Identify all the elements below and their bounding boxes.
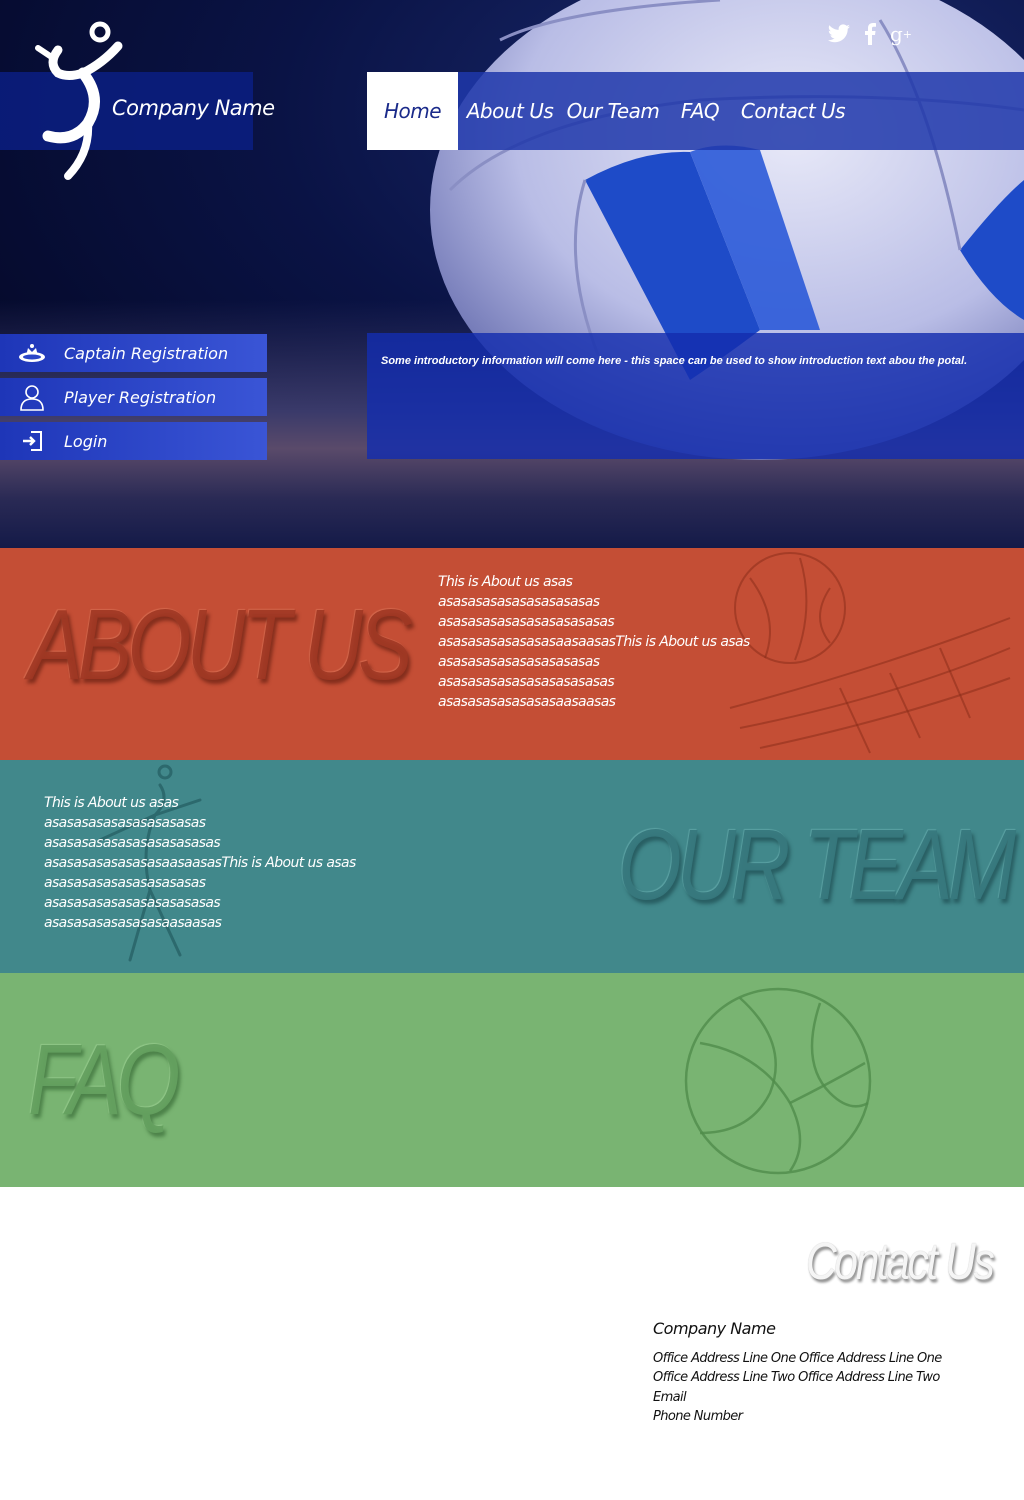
nav-home[interactable]: Home [367,72,458,150]
team-text: This is About us asas asasasasasasasasas… [44,793,356,933]
team-title: OUR TEAM [618,809,1016,921]
nav-about-us[interactable]: About Us [458,72,562,150]
contact-company-name: Company Name [653,1319,776,1338]
team-line: asasasasasasasasaasaasas [44,915,222,931]
about-line: asasasasasasasasaasaasas [438,694,616,710]
team-line: asasasasasasasasasasas [44,875,206,891]
company-name[interactable]: Company Name [112,96,275,120]
about-title: ABOUT US [28,589,413,701]
volleyball-emboss [684,987,872,1175]
team-line: asasasasasasasasaasaasasThis is About us… [44,855,356,871]
captain-icon [0,342,64,364]
captain-registration-button[interactable]: Captain Registration [0,334,267,372]
about-line: This is About us asas [438,574,573,590]
user-icon [0,383,64,411]
about-line: asasasasasasasasasasasas [438,674,615,690]
about-line: asasasasasasasasaasaasasThis is About us… [438,634,750,650]
player-registration-label: Player Registration [64,387,217,407]
about-line: asasasasasasasasasasas [438,594,600,610]
nav-our-team[interactable]: Our Team [562,72,664,150]
nav-faq[interactable]: FAQ [664,72,736,150]
volleyball-net-emboss [729,552,1011,754]
main-nav: Home About Us Our Team FAQ Contact Us [367,72,1024,150]
contact-address-line-2: Office Address Line Two Office Address L… [653,1370,940,1385]
about-section: ABOUT US This is About us asas asasasasa… [0,548,1024,760]
google-plus-icon[interactable]: g + [888,22,914,46]
login-button[interactable]: Login [0,422,267,460]
contact-title: Contact Us [806,1233,995,1291]
player-registration-button[interactable]: Player Registration [0,378,267,416]
facebook-icon[interactable] [861,22,879,46]
team-line: This is About us asas [44,795,179,811]
login-label: Login [64,431,108,451]
team-line: asasasasasasasasasasas [44,815,206,831]
login-icon [0,431,64,451]
intro-text: Some introductory information will come … [367,333,1024,459]
faq-section: FAQ [0,973,1024,1187]
about-line: asasasasasasasasasasasas [438,614,615,630]
faq-title: FAQ [28,1024,181,1136]
team-section: OUR TEAM This is About us asas asasasasa… [0,760,1024,973]
about-text: This is About us asas asasasasasasasasas… [438,572,750,712]
team-line: asasasasasasasasasasasas [44,895,221,911]
twitter-icon[interactable] [826,22,852,46]
captain-registration-label: Captain Registration [64,343,229,363]
nav-contact-us[interactable]: Contact Us [736,72,850,150]
team-line: asasasasasasasasasasasas [44,835,221,851]
hero-banner: Company Name Home About Us Our Team FAQ … [0,0,1024,548]
about-line: asasasasasasasasasasas [438,654,600,670]
contact-phone[interactable]: Phone Number [653,1409,743,1424]
contact-address-line-1: Office Address Line One Office Address L… [653,1351,942,1366]
contact-email[interactable]: Email [653,1390,687,1405]
